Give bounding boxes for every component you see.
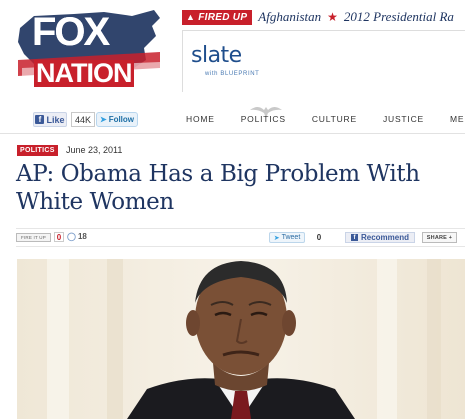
slate-logo: slate (191, 43, 242, 68)
tweet-count: 0 (316, 233, 322, 242)
like-label: Like (46, 114, 65, 125)
recommend-label: Recommend (360, 233, 409, 242)
logo-fox-text: FOX (32, 10, 110, 54)
fire-count: 0 (54, 232, 64, 242)
share-divider-bottom (16, 246, 465, 247)
fire-it-up-button[interactable]: FIRE IT UP (16, 233, 51, 242)
fox-nation-logo[interactable]: FOX NATION (14, 8, 164, 98)
follow-label: Follow (108, 115, 135, 124)
article-headline[interactable]: AP: Obama Has a Big Problem With White W… (16, 160, 465, 216)
facebook-like-button[interactable]: f Like (33, 112, 67, 127)
facebook-icon: f (350, 234, 358, 241)
tweet-button[interactable]: ➤ Tweet (269, 232, 305, 243)
slate-sub: with BLUEPRINT (205, 71, 260, 77)
twitter-bird-icon: ➤ (99, 115, 107, 124)
article-photo[interactable] (17, 259, 465, 419)
logo-nation-text: NATION (34, 58, 134, 88)
like-count: 44K (71, 112, 95, 127)
fired-up-ticker: ▲ FIRED UP Afghanistan ★ 2012 Presidenti… (182, 8, 465, 26)
main-nav: HOME POLITICS CULTURE JUSTICE MEDIA (186, 114, 465, 124)
comment-bubble-icon: ◯ (67, 232, 76, 241)
fired-up-badge: ▲ FIRED UP (182, 9, 253, 25)
twitter-follow-button[interactable]: ➤ Follow (96, 112, 138, 127)
comment-count-value: 18 (77, 232, 87, 241)
tweet-label: Tweet (281, 234, 301, 241)
facebook-recommend-button[interactable]: f Recommend (345, 232, 415, 243)
nav-bar: f Like 44K ➤ Follow HOME POLITICS CULTUR… (0, 104, 465, 132)
nav-media[interactable]: MEDIA (450, 114, 465, 124)
comment-count[interactable]: ◯ 18 (67, 232, 87, 241)
nav-culture[interactable]: CULTURE (312, 114, 357, 124)
nav-home[interactable]: HOME (186, 114, 215, 124)
ticker-item[interactable]: 2012 Presidential Ra (344, 9, 454, 25)
headline-line-2: White Women (16, 189, 174, 215)
portrait-illustration (17, 259, 465, 419)
nav-politics[interactable]: POLITICS (241, 114, 286, 124)
facebook-icon: f (35, 115, 45, 124)
ticker-item[interactable]: Afghanistan (258, 9, 321, 25)
headline-line-1: AP: Obama Has a Big Problem With (16, 161, 420, 187)
share-divider-top (16, 228, 465, 229)
twitter-bird-icon: ➤ (273, 234, 280, 242)
slate-ad[interactable]: slate with BLUEPRINT (182, 30, 465, 92)
flame-icon: ▲ (186, 12, 196, 22)
article-date: June 23, 2011 (66, 145, 123, 155)
section-tag[interactable]: POLITICS (17, 145, 58, 156)
fired-up-label: FIRED UP (198, 11, 248, 23)
nav-justice[interactable]: JUSTICE (383, 114, 424, 124)
share-button[interactable]: SHARE + (422, 232, 457, 243)
nav-divider (0, 133, 465, 134)
star-separator-icon: ★ (327, 9, 338, 24)
